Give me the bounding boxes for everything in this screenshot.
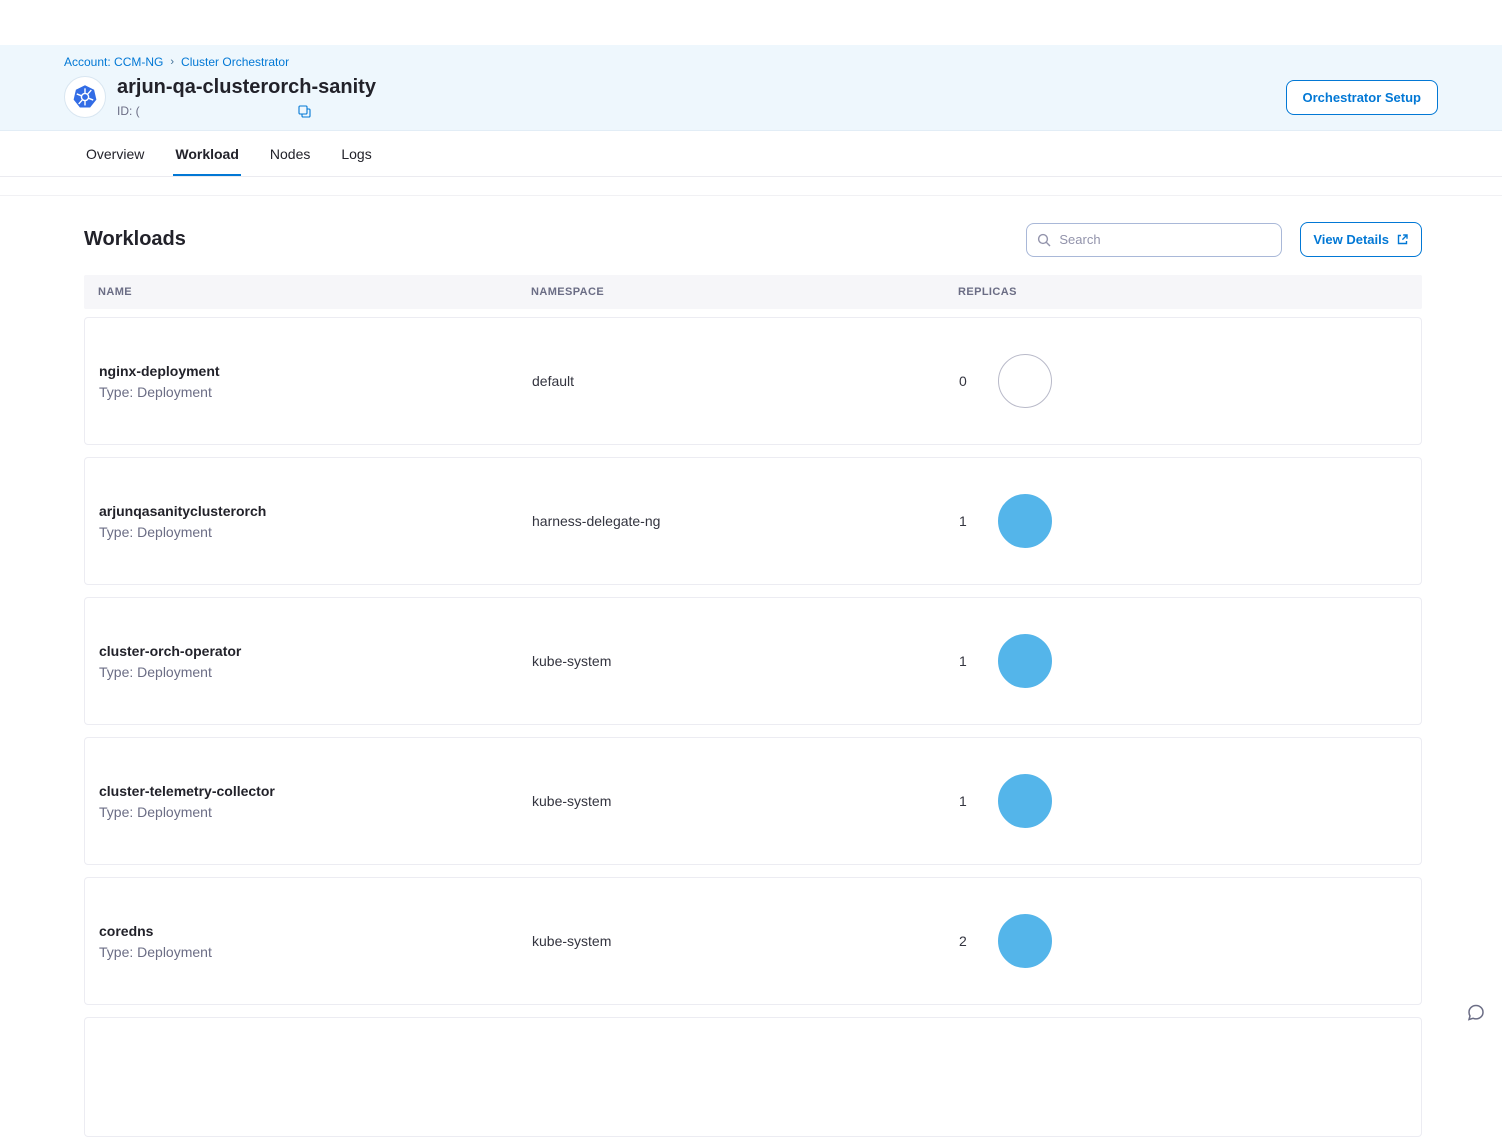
workload-name-cell: nginx-deployment Type: Deployment [85,363,518,400]
column-header-replicas: REPLICAS [944,286,1422,298]
column-header-namespace: NAMESPACE [517,286,944,298]
workloads-section: Workloads View Details NAME NAMES [0,222,1502,1137]
tab-logs[interactable]: Logs [339,131,373,176]
workload-namespace: kube-system [518,933,945,949]
tab-bar: Overview Workload Nodes Logs [0,131,1502,177]
replica-count: 1 [959,793,967,809]
workload-namespace: kube-system [518,793,945,809]
breadcrumb: Account: CCM-NG › Cluster Orchestrator [64,55,1438,69]
workload-name: nginx-deployment [99,363,518,379]
title-block: arjun-qa-clusterorch-sanity ID: ( [117,76,376,118]
workload-replicas-cell: 1 [945,494,1421,548]
replica-count: 1 [959,653,967,669]
view-details-label: View Details [1313,232,1389,247]
workload-name: cluster-telemetry-collector [99,783,518,799]
workload-name: cluster-orch-operator [99,643,518,659]
replica-status-circle [998,634,1052,688]
replica-count: 2 [959,933,967,949]
workload-type: Type: Deployment [99,944,518,960]
cluster-id-redacted [145,105,293,117]
page-divider [0,195,1502,196]
column-header-name: NAME [84,286,517,298]
copy-icon[interactable] [298,105,311,118]
workloads-title: Workloads [84,228,1026,251]
search-box[interactable] [1026,223,1282,257]
replica-count: 1 [959,513,967,529]
table-row[interactable]: nginx-deployment Type: Deployment defaul… [84,317,1422,445]
external-link-icon [1396,233,1409,246]
workload-replicas-cell: 1 [945,634,1421,688]
workload-type: Type: Deployment [99,804,518,820]
kubernetes-icon [64,76,106,118]
cluster-id-row: ID: ( [117,104,376,118]
cluster-id-label: ID: ( [117,104,140,118]
search-input[interactable] [1059,232,1271,247]
table-row-partial[interactable] [84,1017,1422,1137]
workload-name-cell: cluster-orch-operator Type: Deployment [85,643,518,680]
table-row[interactable]: coredns Type: Deployment kube-system 2 [84,877,1422,1005]
replica-count: 0 [959,373,967,389]
breadcrumb-separator-icon: › [170,56,174,68]
workload-replicas-cell: 1 [945,774,1421,828]
workload-namespace: kube-system [518,653,945,669]
workload-replicas-cell: 0 [945,354,1421,408]
workload-name: coredns [99,923,518,939]
workloads-table-body: nginx-deployment Type: Deployment defaul… [84,317,1422,1005]
workloads-header: Workloads View Details [84,222,1422,257]
workload-name-cell: arjunqasanityclusterorch Type: Deploymen… [85,503,518,540]
workload-type: Type: Deployment [99,664,518,680]
table-row[interactable]: arjunqasanityclusterorch Type: Deploymen… [84,457,1422,585]
breadcrumb-cluster-orchestrator[interactable]: Cluster Orchestrator [181,55,289,69]
orchestrator-setup-button[interactable]: Orchestrator Setup [1286,80,1438,115]
table-row[interactable]: cluster-orch-operator Type: Deployment k… [84,597,1422,725]
table-row[interactable]: cluster-telemetry-collector Type: Deploy… [84,737,1422,865]
replica-status-circle [998,354,1052,408]
workload-name-cell: cluster-telemetry-collector Type: Deploy… [85,783,518,820]
help-chat-icon[interactable] [1466,1003,1486,1028]
workload-type: Type: Deployment [99,384,518,400]
tab-workload[interactable]: Workload [173,131,241,176]
workload-replicas-cell: 2 [945,914,1421,968]
breadcrumb-account[interactable]: Account: CCM-NG [64,55,163,69]
workload-type: Type: Deployment [99,524,518,540]
replica-status-circle [998,914,1052,968]
page-title: arjun-qa-clusterorch-sanity [117,76,376,99]
workload-namespace: default [518,373,945,389]
replica-status-circle [998,774,1052,828]
replica-status-circle [998,494,1052,548]
title-row: arjun-qa-clusterorch-sanity ID: ( Orches… [64,76,1438,118]
tab-nodes[interactable]: Nodes [268,131,312,176]
workload-name-cell: coredns Type: Deployment [85,923,518,960]
table-header: NAME NAMESPACE REPLICAS [84,275,1422,309]
workload-namespace: harness-delegate-ng [518,513,945,529]
search-icon [1037,233,1051,247]
page-header: Account: CCM-NG › Cluster Orchestrator a… [0,45,1502,131]
workload-name: arjunqasanityclusterorch [99,503,518,519]
tab-overview[interactable]: Overview [84,131,146,176]
view-details-button[interactable]: View Details [1300,222,1422,257]
